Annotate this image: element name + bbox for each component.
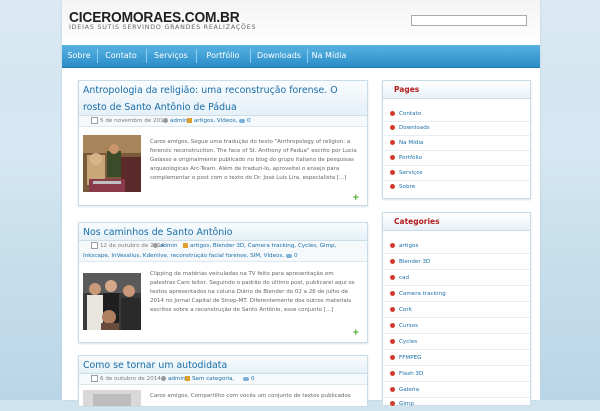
widget-title-bar: Pages (383, 81, 530, 99)
read-more-plus-icon[interactable]: + (352, 194, 360, 203)
pages-item-servicos[interactable]: Serviços (383, 166, 530, 181)
bullet-icon (390, 184, 395, 189)
category-item-artigos[interactable]: artigos (383, 239, 530, 254)
user-icon (163, 118, 168, 123)
comment-icon (285, 253, 292, 258)
category-item-cork[interactable]: Cork (383, 303, 530, 318)
pages-item-na-midia[interactable]: Na Mídia (383, 136, 530, 151)
post-date: 5 de novembro de 2014 (91, 116, 167, 126)
post-card: Nos caminhos de Santo Antônio 12 de outu… (78, 222, 368, 343)
post-thumbnail[interactable] (83, 273, 141, 330)
category-item-cad[interactable]: cad (383, 271, 530, 286)
category-item-camera-tracking[interactable]: Camera tracking (383, 287, 530, 302)
bullet-icon (390, 291, 395, 296)
widget-categories: Categories artigos Blender 3D cad Camera… (382, 212, 531, 407)
bullet-icon (390, 155, 395, 160)
category-item-flash-3d[interactable]: Flash 3D (383, 367, 530, 382)
search-input[interactable] (411, 15, 527, 26)
post-thumbnail[interactable] (83, 135, 141, 192)
post-meta: 6 de outubro de 2014 admin Sem categoria… (79, 374, 367, 385)
post-title-bar: Como se tornar um autodidata (79, 356, 367, 374)
post-thumbnail[interactable] (83, 390, 141, 406)
bullet-icon (390, 125, 395, 130)
bullet-icon (390, 275, 395, 280)
bullet-icon (390, 259, 395, 264)
category-item-ffmpeg[interactable]: FFMPEG (383, 351, 530, 366)
widget-title: Categories (394, 217, 440, 226)
post-meta: 5 de novembro de 2014 admin artigos, Víd… (79, 116, 367, 127)
category-item-galeria[interactable]: Galeria (383, 383, 530, 398)
site-header: CICEROMORAES.COM.BR IDEIAS SUTIS SERVIND… (62, 0, 540, 45)
post-thumbnail-image (83, 390, 141, 406)
tag-icon (185, 376, 190, 381)
read-more-plus-icon[interactable]: + (352, 329, 360, 338)
post-author[interactable]: admin (161, 374, 186, 384)
nav-separator (146, 49, 147, 63)
bullet-icon (390, 339, 395, 344)
post-title[interactable]: Nos caminhos de Santo Antônio (83, 224, 363, 241)
post-tags[interactable]: artigos, Vídeos, (187, 116, 237, 126)
post-title[interactable]: Antropologia da religião: uma reconstruç… (83, 82, 363, 116)
nav-item-portfolio[interactable]: Portfólio (198, 45, 248, 67)
page-container: CICEROMORAES.COM.BR IDEIAS SUTIS SERVIND… (62, 0, 540, 407)
post-title-bar: Nos caminhos de Santo Antônio (79, 223, 367, 241)
nav-separator (307, 49, 308, 63)
widget-pages: Pages Contato Downloads Na Mídia Portfól… (382, 80, 531, 199)
bullet-icon (390, 387, 395, 392)
category-item-gimp[interactable]: Gimp (383, 397, 530, 411)
post-date: 6 de outubro de 2014 (91, 374, 161, 384)
calendar-icon (91, 117, 98, 124)
bullet-icon (390, 371, 395, 376)
bullet-icon (390, 243, 395, 248)
bullet-icon (390, 140, 395, 145)
bullet-icon (390, 170, 395, 175)
post-tags[interactable]: Sem categoria, (185, 374, 234, 384)
post-comments[interactable]: 0 (243, 374, 255, 384)
nav-separator (196, 49, 197, 63)
pages-item-downloads[interactable]: Downloads (383, 121, 530, 136)
bullet-icon (390, 323, 395, 328)
nav-separator (250, 49, 251, 63)
calendar-icon (91, 375, 98, 382)
pages-item-sobre[interactable]: Sobre (383, 180, 530, 194)
post-card: Antropologia da religião: uma reconstruç… (78, 80, 368, 206)
nav-item-sobre[interactable]: Sobre (64, 45, 94, 67)
nav-separator (97, 49, 98, 63)
pages-item-contato[interactable]: Contato (383, 107, 530, 122)
post-excerpt: Caros amigos, Compartilho com vocês um c… (150, 393, 351, 399)
widget-title-bar: Categories (383, 213, 530, 231)
post-tags[interactable]: artigos, Blender 3D, Camera tracking, Cy… (83, 241, 363, 261)
bullet-icon (390, 307, 395, 312)
widget-title: Pages (394, 85, 420, 94)
post-title-bar: Antropologia da religião: uma reconstruç… (79, 81, 367, 116)
comment-icon (243, 376, 249, 381)
user-icon (161, 376, 166, 381)
post-thumbnail-image (83, 135, 141, 192)
category-item-blender-3d[interactable]: Blender 3D (383, 255, 530, 270)
nav-item-downloads[interactable]: Downloads (252, 45, 306, 67)
post-excerpt: Caros amigos, Segue uma tradução do text… (150, 139, 357, 181)
post-thumbnail-image (83, 273, 141, 330)
bullet-icon (390, 401, 395, 406)
bullet-icon (390, 111, 395, 116)
tag-icon (187, 118, 192, 123)
post-comments[interactable]: 0 (239, 116, 251, 126)
comment-icon (239, 118, 245, 123)
post-excerpt: Clipping de matérias veiculadas na TV fe… (150, 271, 355, 313)
site-tagline: IDEIAS SUTIS SERVINDO GRANDES REALIZAÇÕE… (69, 24, 257, 31)
bullet-icon (390, 355, 395, 360)
category-item-cycles[interactable]: Cycles (383, 335, 530, 350)
nav-item-contato[interactable]: Contato (99, 45, 143, 67)
post-title[interactable]: Como se tornar um autodidata (83, 357, 363, 374)
post-card: Como se tornar um autodidata 6 de outubr… (78, 355, 368, 407)
nav-item-servicos[interactable]: Serviços (148, 45, 194, 67)
nav-item-na-midia[interactable]: Na Mídia (309, 45, 349, 67)
post-comments[interactable]: 0 (294, 253, 298, 259)
post-meta: 12 de outubro de 2014 admin artigos, Ble… (79, 241, 367, 262)
pages-item-portfolio[interactable]: Portfólio (383, 151, 530, 166)
main-nav: Sobre Contato Serviços Portfólio Downloa… (62, 45, 540, 68)
tag-icon (183, 243, 188, 248)
category-item-cursos[interactable]: Cursos (383, 319, 530, 334)
post-author[interactable]: admin (163, 116, 188, 126)
